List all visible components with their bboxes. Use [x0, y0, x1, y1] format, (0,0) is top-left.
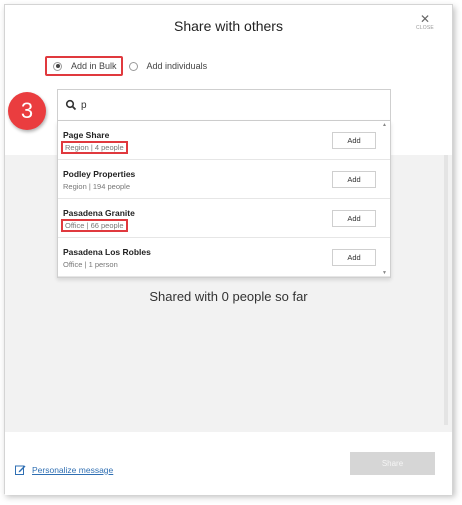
scroll-up-icon[interactable]: ▲ [382, 122, 387, 128]
result-item[interactable]: Pasadena Granite Office | 66 people Add [58, 199, 390, 238]
add-in-bulk-label: Add in Bulk [71, 61, 117, 71]
search-results-dropdown: Page Share Region | 4 people Add Podley … [57, 121, 391, 278]
add-button[interactable]: Add [332, 210, 376, 227]
result-item[interactable]: Podley Properties Region | 194 people Ad… [58, 160, 390, 199]
share-dialog: Share with others ✕ CLOSE Add in Bulk Ad… [4, 4, 453, 495]
edit-icon [15, 465, 26, 475]
result-name: Page Share [63, 130, 110, 140]
mode-selector: Add in Bulk Add individuals [45, 55, 207, 77]
result-name: Pasadena Granite [63, 208, 135, 218]
dropdown-scrollbar[interactable]: ▲ ▼ [382, 121, 389, 277]
result-meta: Region | 4 people [61, 141, 128, 154]
close-button[interactable]: ✕ CLOSE [414, 13, 436, 31]
close-icon: ✕ [419, 12, 431, 26]
add-in-bulk-radio[interactable] [53, 61, 62, 71]
step-number-badge: 3 [8, 92, 46, 130]
add-button[interactable]: Add [332, 171, 376, 188]
close-label: CLOSE [416, 25, 434, 31]
result-name: Pasadena Los Robles [63, 247, 151, 257]
add-in-bulk-option[interactable]: Add in Bulk [45, 56, 123, 76]
search-input[interactable] [81, 99, 371, 111]
dialog-header: Share with others ✕ CLOSE [5, 5, 452, 49]
search-icon [65, 99, 77, 111]
personalize-message-label: Personalize message [32, 464, 114, 475]
result-meta: Office | 66 people [61, 219, 128, 232]
dialog-title: Share with others [174, 18, 283, 34]
result-item[interactable]: Page Share Region | 4 people Add [58, 121, 390, 160]
share-button[interactable]: Share [350, 452, 435, 475]
personalize-message-link[interactable]: Personalize message [15, 464, 113, 475]
add-individuals-radio[interactable] [128, 61, 138, 71]
result-meta: Office | 1 person [63, 260, 118, 269]
add-button[interactable]: Add [332, 132, 376, 149]
dialog-footer: Personalize message Share [5, 432, 452, 495]
result-name: Podley Properties [63, 169, 136, 179]
scroll-down-icon[interactable]: ▼ [382, 270, 387, 276]
add-button[interactable]: Add [332, 249, 376, 266]
result-meta: Region | 194 people [63, 182, 131, 191]
content-area: Add in Bulk Add individuals 3 Page Share… [5, 49, 452, 432]
add-individuals-option[interactable]: Add individuals [128, 61, 208, 71]
shared-count-status: Shared with 0 people so far [149, 289, 308, 304]
add-individuals-label: Add individuals [146, 61, 208, 71]
result-item[interactable]: Pasadena Los Robles Office | 1 person Ad… [58, 238, 390, 277]
search-box[interactable] [57, 89, 391, 121]
